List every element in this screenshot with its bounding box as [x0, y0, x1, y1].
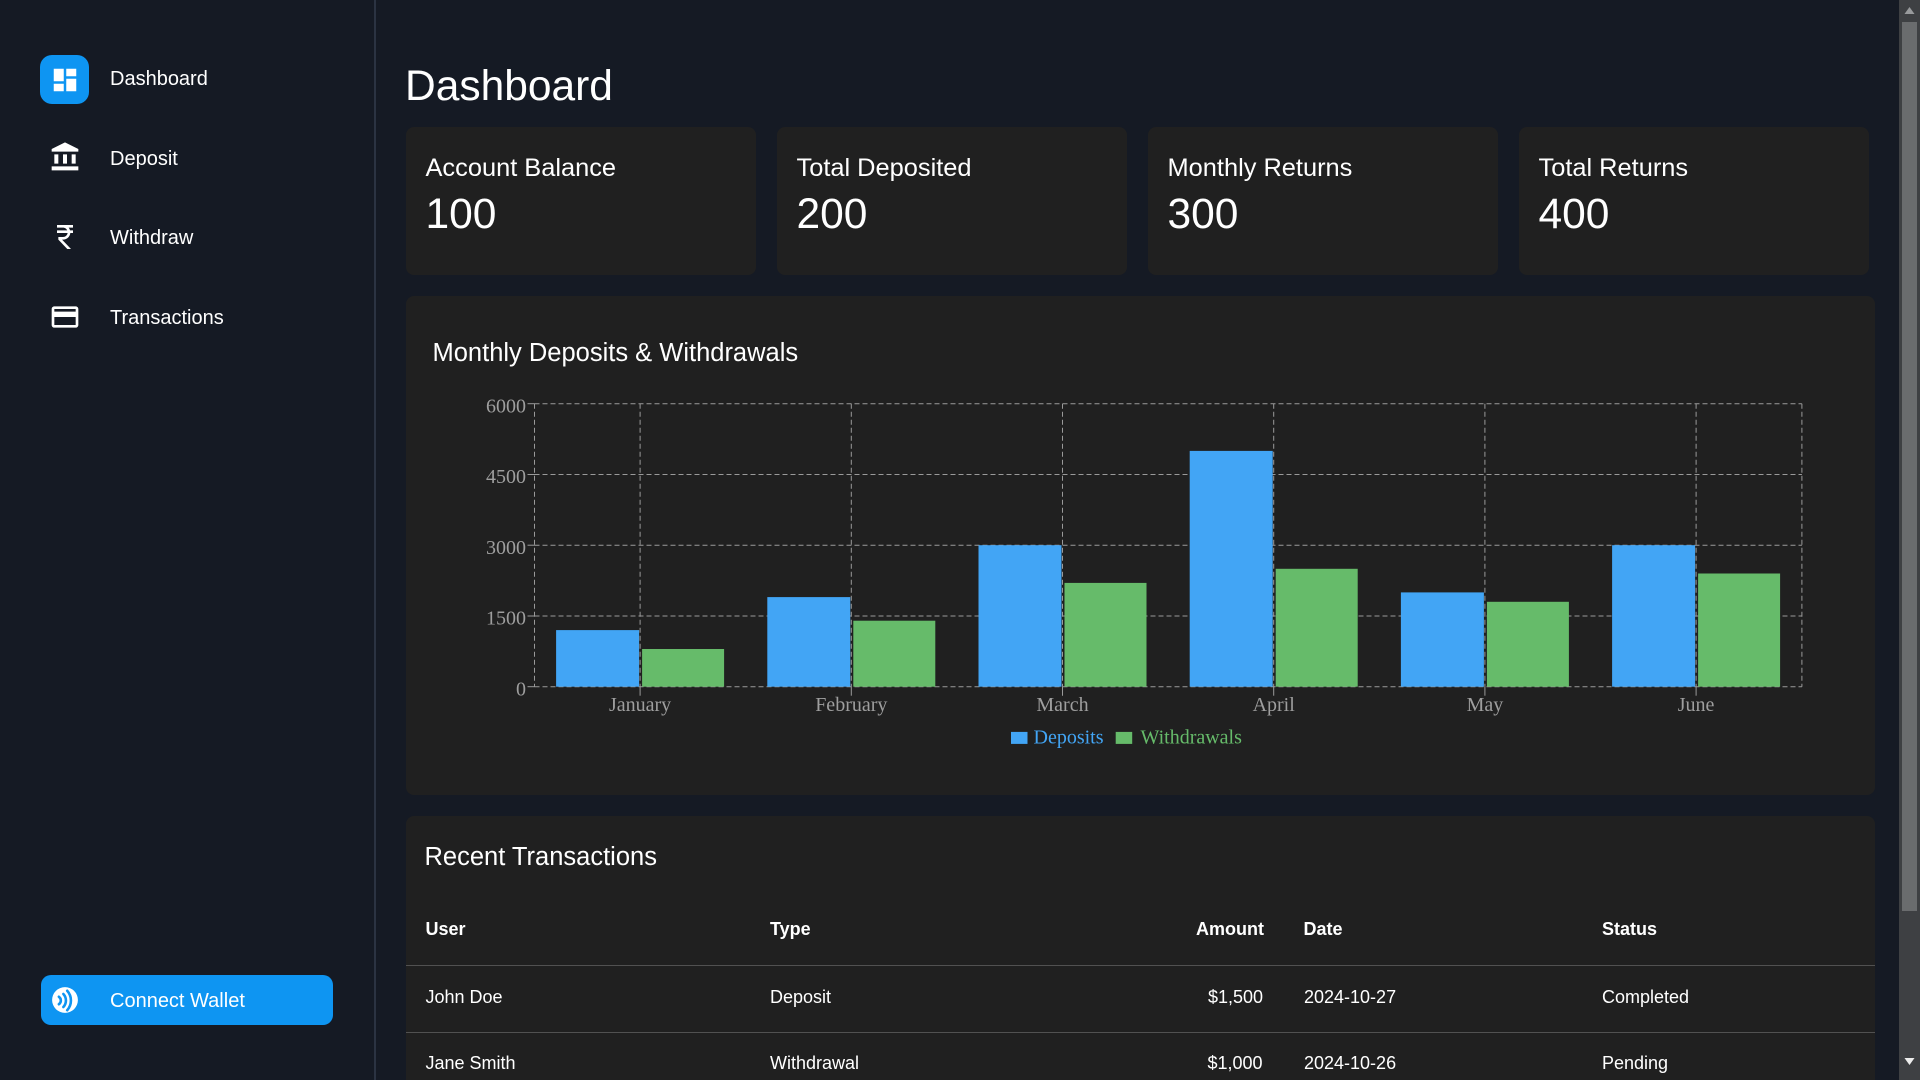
svg-text:June: June — [1677, 694, 1714, 716]
svg-text:6000: 6000 — [486, 395, 526, 417]
svg-text:0: 0 — [516, 678, 526, 700]
svg-text:May: May — [1466, 694, 1503, 716]
svg-text:March: March — [1036, 694, 1088, 716]
svg-text:February: February — [815, 694, 887, 716]
svg-text:4500: 4500 — [486, 466, 526, 488]
svg-text:Withdrawals: Withdrawals — [1140, 727, 1242, 749]
svg-text:January: January — [608, 694, 670, 716]
svg-text:3000: 3000 — [486, 537, 526, 559]
svg-text:1500: 1500 — [486, 608, 526, 630]
svg-text:Deposits: Deposits — [1033, 727, 1103, 749]
svg-text:April: April — [1252, 694, 1295, 716]
